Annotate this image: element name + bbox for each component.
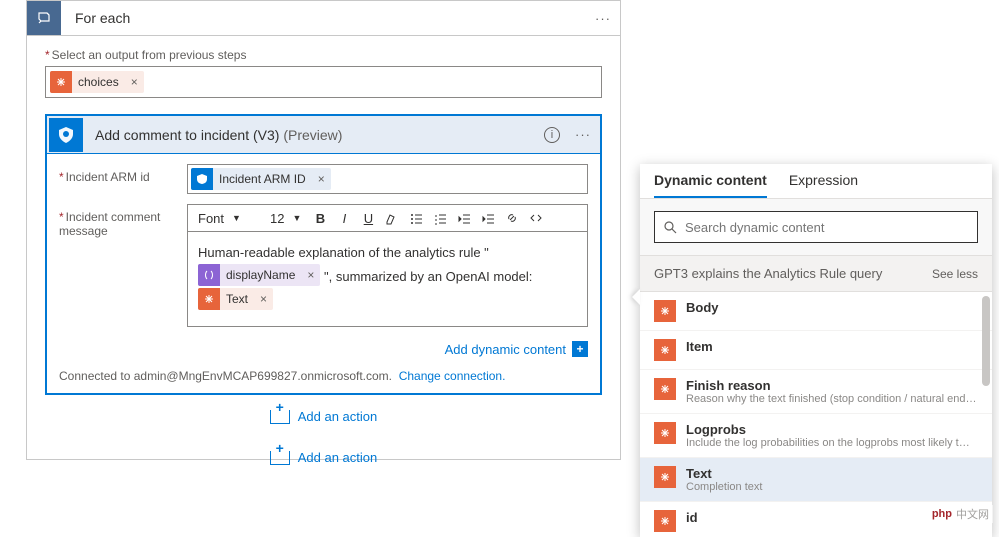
select-output-label: *Select an output from previous steps xyxy=(45,48,602,62)
tab-expression[interactable]: Expression xyxy=(789,172,858,198)
link-button[interactable] xyxy=(501,207,523,229)
search-icon xyxy=(663,220,677,234)
foreach-card: For each ··· *Select an output from prev… xyxy=(26,0,621,460)
bold-button[interactable]: B xyxy=(309,207,331,229)
info-icon[interactable]: i xyxy=(544,127,560,143)
openai-icon xyxy=(198,288,220,310)
add-action-inner-button[interactable]: Add an action xyxy=(270,409,378,424)
openai-icon xyxy=(654,300,676,322)
add-dynamic-content-link[interactable]: Add dynamic content + xyxy=(445,341,588,357)
flyout-list: Body Item Finish reasonReason why the text… xyxy=(640,292,992,537)
number-list-button[interactable] xyxy=(429,207,451,229)
token-remove-icon[interactable]: × xyxy=(312,172,331,186)
foreach-title: For each xyxy=(61,10,586,26)
flyout-item-desc: Reason why the text finished (stop condi… xyxy=(686,393,978,405)
openai-icon xyxy=(654,378,676,400)
italic-button[interactable]: I xyxy=(333,207,355,229)
token-remove-icon[interactable]: × xyxy=(301,264,320,286)
add-action-icon xyxy=(270,410,290,424)
chevron-down-icon: ▼ xyxy=(232,213,241,223)
bullet-list-button[interactable] xyxy=(405,207,427,229)
flyout-item-desc: Include the log probabilities on the log… xyxy=(686,437,978,449)
php-logo-icon: php xyxy=(932,508,952,520)
scrollbar[interactable] xyxy=(982,296,990,533)
flyout-item[interactable]: Finish reasonReason why the text finishe… xyxy=(640,370,992,414)
flyout-item[interactable]: LogprobsInclude the log probabilities on… xyxy=(640,414,992,458)
openai-icon xyxy=(654,339,676,361)
rte-body[interactable]: Human-readable explanation of the analyt… xyxy=(188,232,587,326)
section-title: GPT3 explains the Analytics Rule query xyxy=(654,266,882,281)
code-view-button[interactable] xyxy=(525,207,547,229)
flyout-section-header: GPT3 explains the Analytics Rule query S… xyxy=(640,256,992,292)
scrollbar-thumb[interactable] xyxy=(982,296,990,386)
token-remove-icon[interactable]: × xyxy=(254,288,273,310)
expression-icon xyxy=(198,264,220,286)
loop-icon xyxy=(27,1,61,35)
tab-dynamic-content[interactable]: Dynamic content xyxy=(654,172,767,198)
armid-input[interactable]: Incident ARM ID × xyxy=(187,164,588,194)
token-label: Incident ARM ID xyxy=(213,172,312,186)
openai-icon xyxy=(50,71,72,93)
token-label: displayName xyxy=(220,264,301,286)
token-choices[interactable]: choices × xyxy=(50,71,144,93)
change-connection-link[interactable]: Change connection. xyxy=(399,369,506,383)
rte-toolbar: Font▼ 12▼ B I U xyxy=(188,205,587,232)
message-label: *Incident comment message xyxy=(59,204,187,327)
add-action-outer-button[interactable]: Add an action xyxy=(270,450,378,465)
indent-button[interactable] xyxy=(477,207,499,229)
highlight-button[interactable] xyxy=(381,207,403,229)
token-label: Text xyxy=(220,288,254,310)
font-dropdown[interactable]: Font▼ xyxy=(192,209,262,228)
chevron-down-icon: ▼ xyxy=(292,213,301,223)
watermark: php 中文网 xyxy=(928,505,993,523)
flyout-item-title: Logprobs xyxy=(686,422,978,437)
plus-icon: + xyxy=(572,341,588,357)
action-menu-button[interactable]: ··· xyxy=(566,127,600,142)
token-incident-arm-id[interactable]: Incident ARM ID × xyxy=(191,168,331,190)
outdent-button[interactable] xyxy=(453,207,475,229)
token-text[interactable]: Text × xyxy=(198,288,273,310)
dynamic-content-flyout: Dynamic content Expression GPT3 explains… xyxy=(640,164,992,537)
flyout-tabs: Dynamic content Expression xyxy=(640,164,992,199)
message-text: ", summarized by an OpenAI model: xyxy=(324,269,532,284)
sentinel-icon xyxy=(191,168,213,190)
foreach-header[interactable]: For each ··· xyxy=(27,1,620,36)
openai-icon xyxy=(654,422,676,444)
armid-label: *Incident ARM id xyxy=(59,164,187,194)
flyout-item-title: Text xyxy=(686,466,978,481)
flyout-item-desc: Completion text xyxy=(686,481,978,493)
foreach-menu-button[interactable]: ··· xyxy=(586,11,620,26)
action-card: Add comment to incident (V3) (Preview) i… xyxy=(45,114,602,395)
preview-tag: (Preview) xyxy=(283,127,342,143)
openai-icon xyxy=(654,466,676,488)
flyout-item[interactable]: Body xyxy=(640,292,992,331)
sentinel-icon xyxy=(49,118,83,152)
flyout-item-title: Item xyxy=(686,339,978,354)
action-header[interactable]: Add comment to incident (V3) (Preview) i… xyxy=(47,116,600,154)
connection-footer: Connected to admin@MngEnvMCAP699827.onmi… xyxy=(59,357,588,383)
token-label: choices xyxy=(72,75,125,89)
flyout-item-title: Body xyxy=(686,300,978,315)
see-less-link[interactable]: See less xyxy=(932,267,978,281)
fontsize-dropdown[interactable]: 12▼ xyxy=(264,209,307,228)
flyout-item-title: Finish reason xyxy=(686,378,978,393)
token-remove-icon[interactable]: × xyxy=(125,75,144,89)
message-text: Human-readable explanation of the analyt… xyxy=(198,245,489,260)
action-title: Add comment to incident (V3) (Preview) xyxy=(85,127,342,143)
flyout-arrow xyxy=(632,289,640,305)
search-field[interactable] xyxy=(685,220,969,235)
underline-button[interactable]: U xyxy=(357,207,379,229)
rich-text-editor: Font▼ 12▼ B I U xyxy=(187,204,588,327)
search-input[interactable] xyxy=(654,211,978,243)
select-output-input[interactable]: choices × xyxy=(45,66,602,98)
add-action-icon xyxy=(270,451,290,465)
token-displayname[interactable]: displayName × xyxy=(198,264,320,286)
flyout-item[interactable]: Item xyxy=(640,331,992,370)
flyout-item[interactable]: TextCompletion text xyxy=(640,458,992,502)
